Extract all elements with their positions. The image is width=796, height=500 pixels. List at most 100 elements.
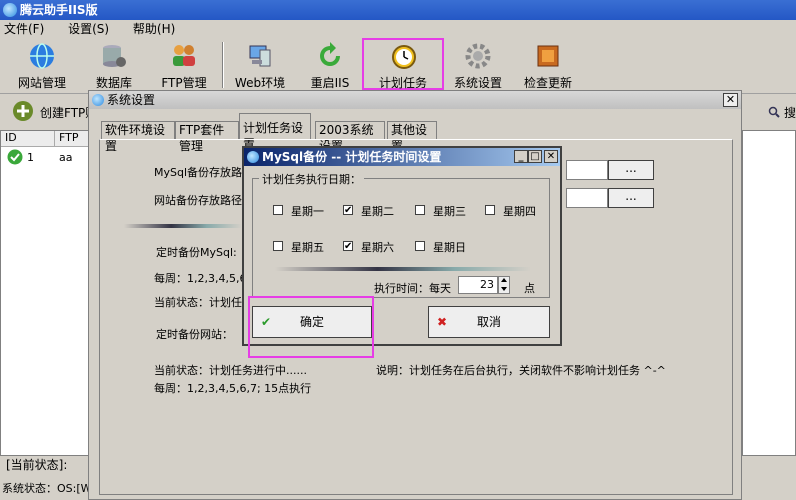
toolbar-restart-iis-button[interactable]: 重启IIS — [298, 40, 362, 90]
hour-unit: 点 — [524, 282, 535, 295]
maximize-button[interactable]: □ — [528, 150, 542, 163]
ok-label: 确定 — [299, 315, 324, 329]
settings-close-button[interactable]: ✕ — [723, 93, 738, 107]
menubar: 文件(F) 设置(S) 帮助(H) — [0, 20, 796, 38]
settings-titlebar: 系统设置 ✕ — [89, 91, 741, 109]
checkbox-thursday[interactable] — [485, 205, 495, 215]
current-status: [当前状态]: — [6, 458, 68, 472]
cancel-button[interactable]: ✖ 取消 — [428, 306, 550, 338]
spinner-up-icon[interactable] — [501, 278, 507, 282]
cancel-label: 取消 — [476, 315, 501, 329]
schedule-title: MySql备份 -- 计划任务时间设置 — [262, 150, 442, 164]
schedule-titlebar: MySql备份 -- 计划任务时间设置 _ □ ✕ — [244, 148, 560, 166]
toolbar-label: Web环境 — [234, 76, 286, 90]
app-logo-icon — [3, 3, 17, 17]
ok-button[interactable]: ✔ 确定 — [252, 306, 372, 338]
checkbox-friday[interactable] — [273, 241, 283, 251]
search-label: 搜 — [784, 106, 796, 120]
toolbar-label: FTP管理 — [161, 76, 207, 90]
tab-software-env[interactable]: 软件环境设置 — [101, 121, 175, 153]
clock-icon — [392, 45, 416, 69]
create-ftp-button[interactable]: 创建FTP账 — [4, 98, 97, 124]
add-icon — [13, 101, 33, 121]
label-tuesday: 星期二 — [361, 205, 394, 218]
server-icon — [249, 45, 271, 67]
tab-2003-system[interactable]: 2003系统设置 — [315, 121, 385, 153]
settings-title: 系统设置 — [107, 93, 156, 107]
mysql-current-status: 当前状态：计划任务 — [154, 296, 253, 309]
toolbar-web-env-button[interactable]: Web环境 — [228, 40, 292, 90]
site-current-status: 当前状态：计划任务进行中...... — [154, 364, 307, 377]
tab-other[interactable]: 其他设置 — [387, 121, 437, 153]
refresh-icon — [320, 42, 340, 66]
dialog-logo-icon — [247, 151, 259, 163]
users-icon — [173, 45, 195, 66]
divider — [275, 267, 531, 271]
label-sunday: 星期日 — [433, 241, 466, 254]
menu-help[interactable]: 帮助(H) — [133, 22, 175, 36]
search-button[interactable]: 搜 — [764, 104, 796, 122]
app-title: 腾云助手IIS版 — [20, 3, 98, 17]
table-row[interactable]: 1 aa — [1, 147, 89, 167]
tab-scheduled-task[interactable]: 计划任务设置 — [239, 113, 311, 151]
hour-input[interactable]: 23 — [458, 276, 498, 294]
spinner-down-icon[interactable] — [501, 287, 507, 291]
globe-icon — [30, 43, 54, 69]
toolbar-separator — [222, 42, 224, 88]
settings-logo-icon — [92, 94, 104, 106]
toolbar-database-button[interactable]: 数据库 — [82, 40, 146, 90]
checkbox-monday[interactable] — [273, 205, 283, 215]
mysql-browse-button[interactable]: ... — [608, 160, 654, 180]
note-text: 说明：计划任务在后台执行，关闭软件不影响计划任务 ^-^ — [376, 364, 666, 377]
date-group-label: 计划任务执行日期： — [259, 171, 364, 187]
site-path-input[interactable] — [566, 188, 608, 208]
site-path-label: 网站备份存放路径 — [154, 194, 242, 207]
timer-site-label: 定时备份网站： — [156, 328, 233, 341]
menu-file[interactable]: 文件(F) — [4, 22, 44, 36]
hour-spinner[interactable] — [498, 276, 510, 294]
label-saturday: 星期六 — [361, 241, 394, 254]
row-id: 1 — [27, 151, 34, 164]
label-friday: 星期五 — [291, 241, 324, 254]
toolbar-site-manage-button[interactable]: 网站管理 — [10, 40, 74, 90]
toolbar-label: 数据库 — [95, 76, 132, 90]
close-button[interactable]: ✕ — [544, 150, 558, 163]
toolbar-system-settings-button[interactable]: 系统设置 — [446, 40, 510, 90]
toolbar-scheduled-task-button[interactable]: 计划任务 — [362, 38, 444, 90]
toolbar-label: 重启IIS — [310, 76, 350, 90]
toolbar-label: 网站管理 — [17, 76, 66, 90]
update-icon — [537, 45, 559, 67]
tab-ftp-suite[interactable]: FTP套件管理 — [175, 121, 239, 153]
ftp-list: ID FTP账 1 aa — [0, 130, 90, 456]
label-wednesday: 星期三 — [433, 205, 466, 218]
gear-icon — [465, 43, 491, 69]
checkbox-wednesday[interactable] — [415, 205, 425, 215]
minimize-button[interactable]: _ — [514, 150, 528, 163]
toolbar-label: 系统设置 — [453, 76, 502, 90]
check-icon — [7, 149, 23, 165]
site-browse-button[interactable]: ... — [608, 188, 654, 208]
main-titlebar: 腾云助手IIS版 — [0, 0, 796, 20]
main-toolbar: 网站管理 数据库 FTP管理 Web环境 重启IIS 计划任务 系统设置 检查更… — [0, 38, 796, 94]
mysql-path-label: MySql备份存放路径 — [154, 166, 254, 179]
checkbox-sunday[interactable] — [415, 241, 425, 251]
timer-mysql-label: 定时备份MySql: — [156, 246, 237, 259]
column-header-id[interactable]: ID — [1, 131, 55, 147]
time-label: 执行时间：每天 — [374, 282, 451, 295]
menu-settings[interactable]: 设置(S) — [68, 22, 109, 36]
label-thursday: 星期四 — [503, 205, 536, 218]
database-icon — [103, 45, 126, 67]
toolbar-label: 检查更新 — [523, 76, 572, 90]
toolbar-label: 计划任务 — [378, 76, 427, 90]
checkbox-tuesday[interactable]: ✔ — [343, 205, 353, 216]
cross-icon: ✖ — [437, 315, 448, 329]
divider — [124, 224, 242, 228]
search-icon — [768, 106, 780, 118]
label-monday: 星期一 — [291, 205, 324, 218]
toolbar-ftp-button[interactable]: FTP管理 — [152, 40, 216, 90]
column-header-ftp[interactable]: FTP账 — [55, 131, 89, 147]
checkbox-saturday[interactable]: ✔ — [343, 241, 353, 252]
mysql-path-input[interactable] — [566, 160, 608, 180]
row-name: aa — [59, 151, 73, 164]
toolbar-check-update-button[interactable]: 检查更新 — [516, 40, 580, 90]
